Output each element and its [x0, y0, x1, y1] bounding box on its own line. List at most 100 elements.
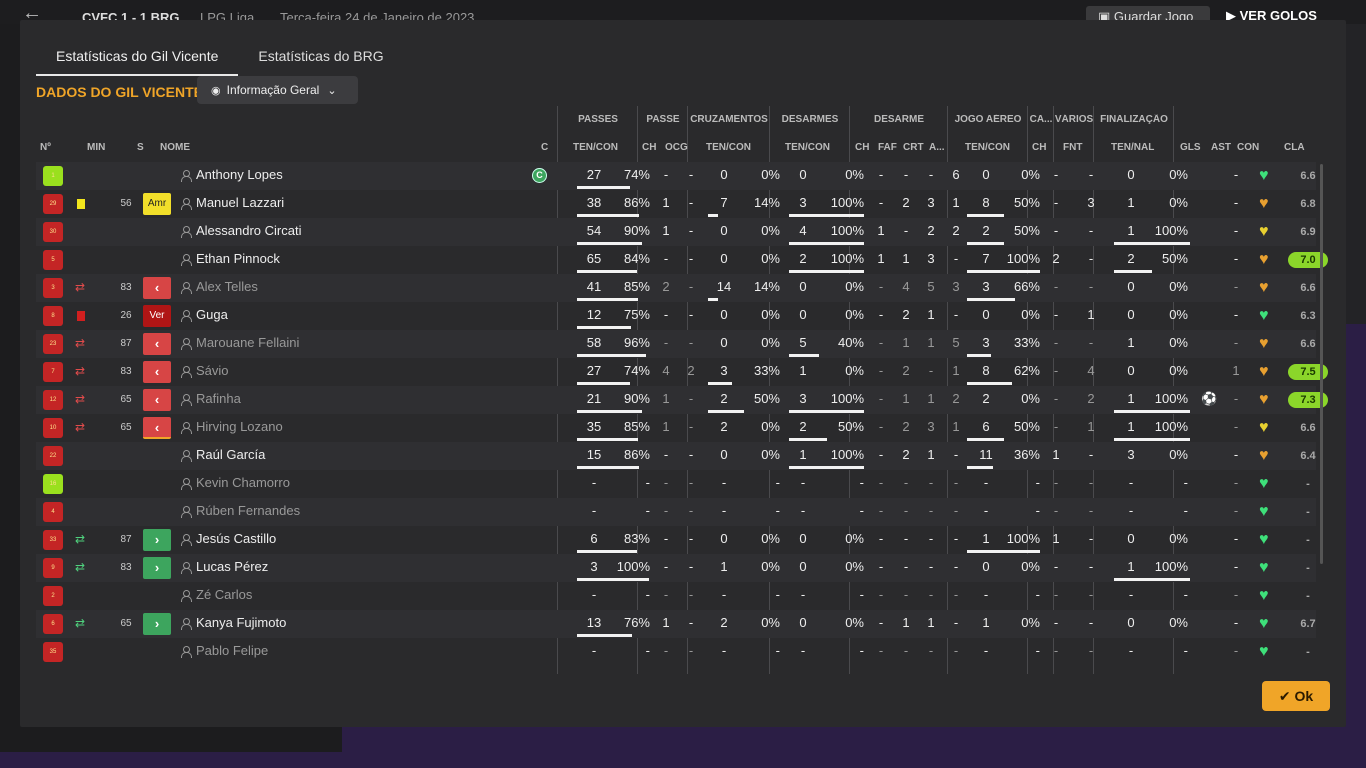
- col-tackles-att-comp[interactable]: TEN/CON: [785, 142, 830, 153]
- player-profile-icon[interactable]: [181, 226, 192, 238]
- player-profile-icon[interactable]: [181, 310, 192, 322]
- interceptions: 1: [927, 615, 935, 630]
- table-row[interactable]: 30 Alessandro Circati 54 90% 1-0 0% 4 100% 1-2 2 2…: [36, 218, 1316, 246]
- col-assists[interactable]: AST: [1211, 142, 1231, 153]
- player-profile-icon[interactable]: [181, 170, 192, 182]
- condition-heart-icon: ♥: [1259, 223, 1269, 240]
- player-profile-icon[interactable]: [181, 646, 192, 658]
- fouls: -: [903, 531, 909, 546]
- col-tackle-ch[interactable]: CH: [855, 142, 869, 153]
- condition-heart-icon: ♥: [1259, 615, 1269, 632]
- col-number[interactable]: Nº: [40, 142, 51, 153]
- table-row[interactable]: 5 Ethan Pinnock 65 84% - -0 0% 2 100% 1 1 3-7 100% 2-…: [36, 246, 1328, 274]
- condition-heart-icon: ♥: [1259, 503, 1269, 520]
- view-dropdown[interactable]: ◉ Informação Geral ⌄: [197, 76, 358, 104]
- tackles-attempted: 0: [799, 307, 807, 322]
- col-passes-att-comp[interactable]: TEN/CON: [573, 142, 618, 153]
- col-chances-created[interactable]: OCG: [665, 142, 688, 153]
- col-minutes[interactable]: MIN: [87, 142, 105, 153]
- player-profile-icon[interactable]: [181, 450, 192, 462]
- col-ca-ch[interactable]: CH: [1032, 142, 1046, 153]
- table-row[interactable]: 29 56 Amr Manuel Lazzari 38 86% 1-7 14% 3 100% -2 3…: [36, 190, 1316, 218]
- col-fnt[interactable]: FNT: [1063, 142, 1082, 153]
- table-row[interactable]: 1 Anthony Lopes C 27 74% - -0 0% 0 0% - - -6 0 0% - -0 0%…: [36, 162, 1316, 190]
- player-profile-icon[interactable]: [181, 366, 192, 378]
- player-profile-icon[interactable]: [181, 282, 192, 294]
- tackle-a: 3: [952, 279, 960, 294]
- table-row[interactable]: 7 ⇄ 83 ‹ Sávio 27 74% 4 2 3 33% 1 0% -2-1 8 62% -4 0 0% 1 ♥ 7…: [36, 358, 1328, 386]
- col-interceptions[interactable]: CRT: [903, 142, 924, 153]
- ok-button[interactable]: ✔ Ok: [1262, 681, 1330, 711]
- passes-completion-bar: [577, 410, 642, 413]
- table-row[interactable]: 6 ⇄ 65 › Kanya Fujimoto 13 76% 1-2 0% 0 0% -1 1-1 0% -…: [36, 610, 1316, 638]
- table-row[interactable]: 2 Zé Carlos - - - - - - - - - - - - - - - - - - - ♥ -: [36, 582, 1316, 610]
- player-profile-icon[interactable]: [181, 422, 192, 434]
- passes-completion-bar: [577, 270, 637, 273]
- player-name: Lucas Pérez: [196, 559, 269, 574]
- crosses-attempted: -: [721, 475, 727, 490]
- shots-on-target-pct: 0%: [1169, 531, 1188, 546]
- tackles-completion: 0%: [845, 279, 864, 294]
- col-goals[interactable]: GLS: [1180, 142, 1201, 153]
- tab-gil-vicente-stats[interactable]: Estatísticas do Gil Vicente: [36, 46, 239, 76]
- player-profile-icon[interactable]: [181, 198, 192, 210]
- sub-on-arrows-icon: ⇄: [75, 616, 86, 630]
- chances-created: -: [688, 251, 694, 266]
- col-key-passes[interactable]: CH: [642, 142, 656, 153]
- col-shots-on-target[interactable]: TEN/NAL: [1111, 142, 1154, 153]
- player-profile-icon[interactable]: [181, 618, 192, 630]
- aerial-attempted: -: [983, 503, 989, 518]
- table-row[interactable]: 12 ⇄ 65 ‹ Rafinha 21 90% 1-2 50% 3 100% -1 1 2 2 0% -2 1 1…: [36, 386, 1328, 414]
- col-name[interactable]: NOME: [160, 142, 190, 153]
- table-row[interactable]: 23 ⇄ 87 ‹ Marouane Fellaini 58 96% - -0 0% 5 40% -1 1…: [36, 330, 1316, 358]
- player-profile-icon[interactable]: [181, 338, 192, 350]
- fnt-value: -: [1088, 335, 1094, 350]
- col-aerial-att-comp[interactable]: TEN/CON: [965, 142, 1010, 153]
- table-row[interactable]: 9 ⇄ 83 › Lucas Pérez 3 100% - -1 0% 0 0% - - - -0 0% - -1 1…: [36, 554, 1316, 582]
- col-tackle-a[interactable]: A...: [929, 142, 945, 153]
- player-profile-icon[interactable]: [181, 506, 192, 518]
- fnt-value: -: [1088, 643, 1094, 658]
- stats-tabs: Estatísticas do Gil Vicente Estatísticas…: [36, 46, 404, 76]
- shirt-number: 8: [51, 313, 55, 319]
- player-profile-icon[interactable]: [181, 254, 192, 266]
- interceptions: 3: [927, 195, 935, 210]
- tackle-ch: -: [878, 167, 884, 182]
- passes-completion-bar: [577, 438, 638, 441]
- sub-off-arrows-icon: ⇄: [75, 364, 86, 378]
- view-dropdown-label: Informação Geral: [226, 83, 320, 97]
- table-row[interactable]: 22 Raúl García 15 86% - -0 0% 1 100% -2 1-11 36% 1-3…: [36, 442, 1316, 470]
- passes-completion-bar: [577, 354, 646, 357]
- table-row[interactable]: 10 ⇄ 65 ‹ Hirving Lozano 35 85% 1-2 0% 2 50% -2 3 1 6 5…: [36, 414, 1316, 442]
- tackle-a: 2: [952, 391, 960, 406]
- table-row[interactable]: 3 ⇄ 83 ‹ Alex Telles 41 85% 2-14 14% 0 0% -4 5 3 3 66% -…: [36, 274, 1316, 302]
- player-stats-table: 1 Anthony Lopes C 27 74% - -0 0% 0 0% - - -6 0 0% - -0 0%…: [36, 162, 1332, 674]
- table-row[interactable]: 4 Rúben Fernandes - - - - - - - - - - - - - - - - - - - ♥ -: [36, 498, 1316, 526]
- player-profile-icon[interactable]: [181, 478, 192, 490]
- player-profile-icon[interactable]: [181, 394, 192, 406]
- tackles-completion-bar: [789, 466, 864, 469]
- table-row[interactable]: 16 Kevin Chamorro - - - - - - - - - - - - - - - - - - - ♥ -: [36, 470, 1316, 498]
- col-condition[interactable]: CON: [1237, 142, 1259, 153]
- player-profile-icon[interactable]: [181, 562, 192, 574]
- aerial-completion-bar: [967, 438, 1004, 441]
- tackle-a: -: [953, 643, 959, 658]
- shirt-number: 5: [51, 257, 55, 263]
- col-rating[interactable]: CLA: [1284, 142, 1305, 153]
- player-profile-icon[interactable]: [181, 590, 192, 602]
- tackle-ch: -: [878, 391, 884, 406]
- col-sub[interactable]: S: [137, 142, 144, 153]
- table-row[interactable]: 33 ⇄ 87 › Jesús Castillo 6 83% - -0 0% 0 0% - - - -1 100…: [36, 526, 1316, 554]
- passes-completion-bar: [577, 298, 638, 301]
- table-scrollbar[interactable]: [1320, 164, 1323, 564]
- table-row[interactable]: 35 Pablo Felipe - - - - - - - - - - - - - - - - - - - ♥ -: [36, 638, 1316, 666]
- col-captain[interactable]: C: [541, 142, 548, 153]
- player-profile-icon[interactable]: [181, 534, 192, 546]
- group-ca: CA...: [1029, 114, 1053, 125]
- col-fouls[interactable]: FAF: [878, 142, 897, 153]
- table-row[interactable]: 8 26 Ver Guga 12 75% - -0 0% 0 0% -2 1-0 0% -1 0 0% - ♥ 6.3: [36, 302, 1316, 330]
- tab-brg-stats[interactable]: Estatísticas do BRG: [238, 46, 403, 76]
- shirt-number: 9: [51, 565, 55, 571]
- chances-created: -: [688, 391, 694, 406]
- col-crosses-att-comp[interactable]: TEN/CON: [706, 142, 751, 153]
